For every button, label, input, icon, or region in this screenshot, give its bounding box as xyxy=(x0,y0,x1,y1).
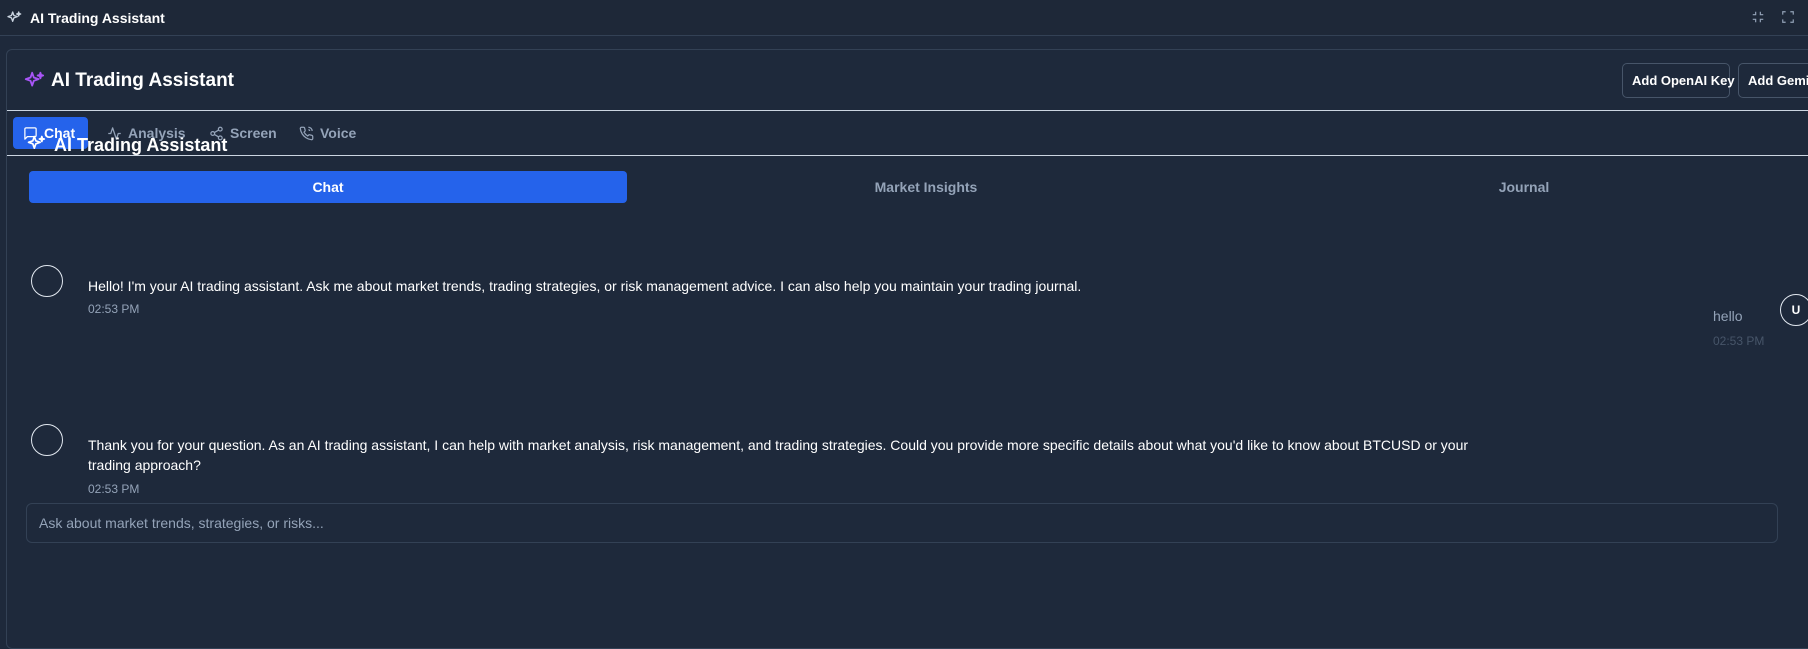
message-timestamp: 02:53 PM xyxy=(88,302,140,316)
assistant-subtabs: Chat Market Insights Journal xyxy=(29,171,1808,203)
panel-title: AI Trading Assistant xyxy=(23,70,234,92)
assistant-avatar xyxy=(31,265,63,297)
sparkles-icon xyxy=(23,70,45,92)
add-openai-key-button[interactable]: Add OpenAI Key xyxy=(1622,63,1735,98)
assistant-panel: AI Trading Assistant Add OpenAI Key Add … xyxy=(6,49,1808,649)
assistant-message-text: Thank you for your question. As an AI tr… xyxy=(88,437,1469,473)
window-title: AI Trading Assistant xyxy=(30,9,165,26)
sparkles-icon xyxy=(6,9,24,27)
window-controls xyxy=(1750,9,1796,25)
tab-screen-label: Screen xyxy=(230,125,277,141)
window-titlebar: AI Trading Assistant xyxy=(0,0,1808,36)
panel-title-text: AI Trading Assistant xyxy=(51,70,234,91)
chat-input[interactable] xyxy=(26,503,1778,543)
maximize-icon[interactable] xyxy=(1780,9,1796,25)
tab-voice-label: Voice xyxy=(320,125,357,141)
assistant-section-title-text: AI Trading Assistant xyxy=(54,134,228,155)
assistant-section-title: AI Trading Assistant xyxy=(26,134,227,156)
subtab-market-insights[interactable]: Market Insights xyxy=(627,171,1225,203)
user-avatar: U xyxy=(1780,294,1808,326)
subtab-chat[interactable]: Chat xyxy=(29,171,627,203)
message-timestamp: 02:53 PM xyxy=(88,482,140,496)
panel-header: AI Trading Assistant Add OpenAI Key Add … xyxy=(7,50,1808,111)
phone-icon xyxy=(299,126,314,140)
add-gemini-key-button[interactable]: Add Gemini Key xyxy=(1738,63,1808,98)
sparkles-icon xyxy=(26,134,48,156)
subtab-journal[interactable]: Journal xyxy=(1225,171,1808,203)
user-message-text: hello xyxy=(1713,308,1743,324)
tab-voice[interactable]: Voice xyxy=(289,117,366,149)
assistant-avatar xyxy=(31,424,63,456)
mode-toolbar: Chat Analysis Screen Voice xyxy=(7,111,1808,156)
assistant-message-text: Hello! I'm your AI trading assistant. As… xyxy=(88,278,1082,294)
message-timestamp: 02:53 PM xyxy=(1713,334,1765,348)
minimize-icon[interactable] xyxy=(1750,9,1766,25)
